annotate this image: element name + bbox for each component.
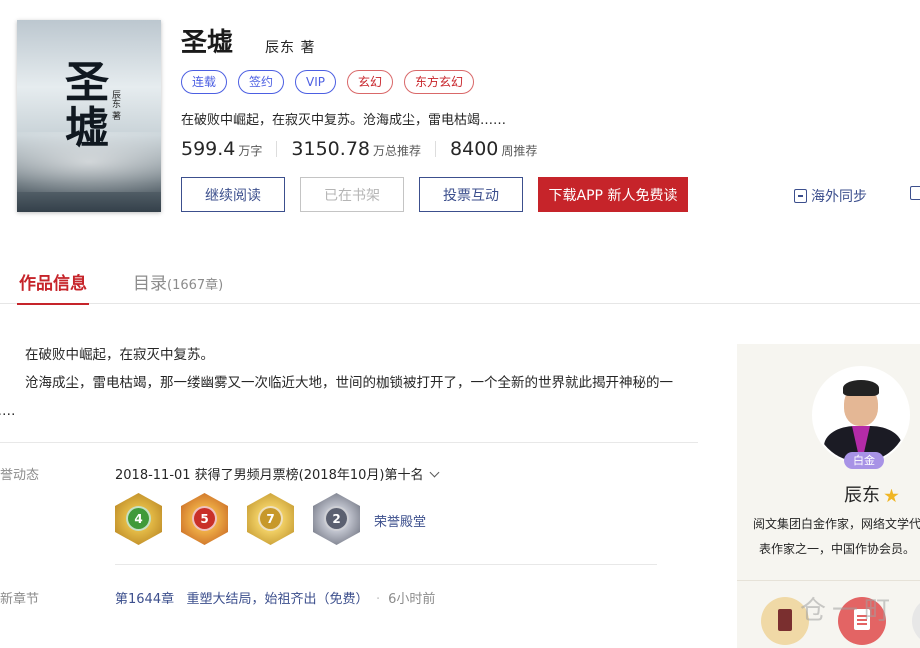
word-count: 599.4 [181,138,236,160]
latest-chapter-label: 最新章节 [0,592,40,607]
latest-chapter-number: 第1644章 [115,592,175,607]
author-description: 阅文集团白金作家，网络文学代表作家之一，中国作协会员。 [752,517,920,556]
tab-catalog-label: 目录 [133,274,167,294]
section-divider [115,564,657,565]
tag-list: 连载 签约 VIP 玄幻 东方玄幻 [181,70,475,94]
latest-chapter-link[interactable]: 第1644章 重塑大结局，始祖齐出（免费） · 6小时前 [115,588,435,607]
weekly-recommend-unit: 周推荐 [501,144,538,158]
watermark: 仓一町 [800,596,897,626]
tab-catalog[interactable]: 目录(1667章) [133,269,223,294]
platinum-badge: 白金 [844,452,884,469]
stat-divider [435,141,437,157]
book-author[interactable]: 辰东 著 [265,37,315,57]
weekly-recommend: 8400 [450,138,499,160]
book-icon [778,609,792,631]
tag-fantasy[interactable]: 玄幻 [347,70,394,94]
description-line-2: 沧海成尘，雷电枯竭，那一缕幽雾又一次临近大地，世间的枷锁被打开了，一个全新的世界… [0,375,673,419]
latest-chapter-time: 6小时前 [388,592,436,607]
medal-number: 2 [324,506,349,531]
overseas-sync-link[interactable]: 海外同步 [794,186,867,206]
book-title: 圣墟 [181,28,234,58]
gray-medal-icon[interactable]: 2 [313,493,360,545]
tag-signed[interactable]: 签约 [238,70,285,94]
green-medal-icon[interactable]: 4 [115,493,162,545]
gold-medal-icon[interactable]: 7 [247,493,294,545]
medal-number: 5 [192,506,217,531]
medal-list: 4 5 7 2 [115,493,360,545]
author-name-text: 辰东 [844,485,880,506]
share-icon[interactable] [910,186,920,200]
honor-text[interactable]: 2018-11-01 获得了男频月票榜(2018年10月)第十名 [115,464,440,483]
vote-button[interactable]: 投票互动 [419,177,523,212]
book-intro: 在破败中崛起，在寂灭中复苏。沧海成尘，雷电枯竭…… [181,113,507,128]
sync-icon [794,189,807,203]
author-name[interactable]: 辰东 [844,481,899,507]
latest-chapter-title: 重塑大结局，始祖齐出（免费） [186,592,363,607]
description-line-1: 在破败中崛起，在寂灭中复苏。 [25,347,214,363]
download-app-button[interactable]: 下载APP 新人免费读 [538,177,688,212]
panel-divider [737,580,920,581]
book-description: 在破败中崛起，在寂灭中复苏。 沧海成尘，雷电枯竭，那一缕幽雾又一次临近大地，世间… [0,341,700,425]
medal-number: 4 [126,506,151,531]
medal-number: 7 [258,506,283,531]
level-star-icon [884,488,899,503]
honor-hall-link[interactable]: 荣誉殿堂 [374,511,426,530]
word-count-unit: 万字 [238,144,263,158]
continue-reading-button[interactable]: 继续阅读 [181,177,285,212]
tab-bar: 作品信息 目录(1667章) [0,257,920,305]
total-recommend: 3150.78 [291,138,370,160]
total-recommend-unit: 万总推荐 [373,144,422,158]
book-cover[interactable]: 圣墟 辰东 著 [17,20,161,212]
on-shelf-button[interactable]: 已在书架 [300,177,404,212]
book-stats: 599.4 万字 3150.78 万总推荐 8400 周推荐 [181,138,537,160]
tag-eastern-fantasy[interactable]: 东方玄幻 [404,70,475,94]
cover-author: 辰东 著 [110,90,120,120]
tab-book-info[interactable]: 作品信息 [17,269,89,305]
tag-serializing[interactable]: 连载 [181,70,228,94]
chevron-down-icon[interactable] [430,467,440,478]
cover-title: 圣墟 [65,57,109,154]
separator-dot: · [376,592,381,607]
author-avatar[interactable] [812,366,910,464]
action-buttons: 继续阅读 已在书架 投票互动 下载APP 新人免费读 [181,177,688,212]
section-divider [0,442,698,443]
overseas-sync-label: 海外同步 [811,189,867,205]
tag-vip[interactable]: VIP [295,70,337,94]
red-medal-icon[interactable]: 5 [181,493,228,545]
chapter-count: (1667章) [167,278,224,293]
honor-message: 2018-11-01 获得了男频月票榜(2018年10月)第十名 [115,468,424,483]
stat-divider [276,141,278,157]
honor-label: 荣誉动态 [0,468,40,483]
